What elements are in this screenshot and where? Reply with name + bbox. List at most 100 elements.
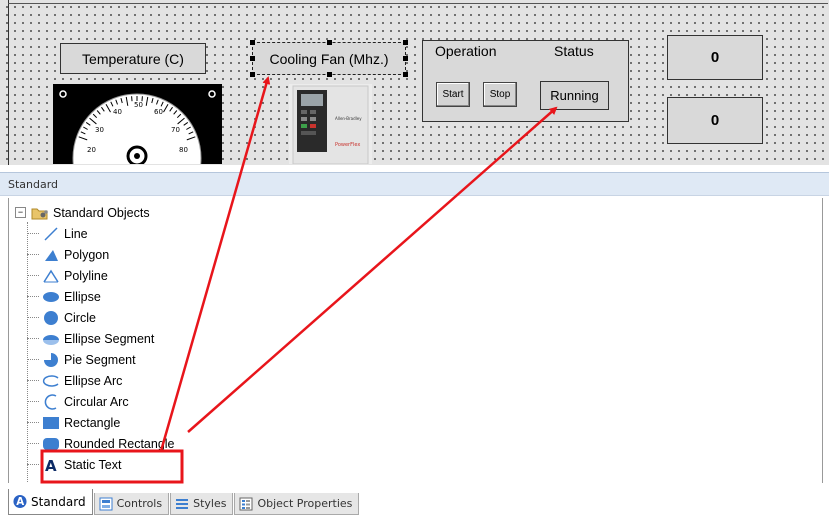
- styles-tab-icon: [175, 497, 189, 511]
- gauge-tick-label: 80: [179, 146, 188, 154]
- tree-item-label: Ellipse Arc: [64, 373, 123, 388]
- drive-model: PowerFlex: [335, 142, 360, 148]
- tree-guide-line: [27, 338, 39, 339]
- selection-handle[interactable]: [403, 40, 408, 45]
- tree-item-label: Line: [64, 226, 88, 241]
- rectangle-icon: [41, 415, 61, 431]
- tree-item-label: Ellipse: [64, 289, 101, 304]
- cooling-fan-label[interactable]: Cooling Fan (Mhz.): [250, 40, 408, 77]
- tree-item-label: Pie Segment: [64, 352, 136, 367]
- tree-item-ellipse[interactable]: Ellipse: [41, 286, 101, 307]
- tab-label: Standard: [31, 494, 86, 509]
- gauge-dial: 40 50 60 30 70 20 80: [59, 90, 216, 164]
- standard-panel-header: Standard: [0, 172, 829, 196]
- tree-item-polygon[interactable]: Polygon: [41, 244, 109, 265]
- status-heading: Status: [554, 43, 594, 59]
- tree-guide-line: [27, 380, 39, 381]
- tree-item-static-text[interactable]: A Static Text: [41, 454, 121, 475]
- tree-item-label: Circular Arc: [64, 394, 129, 409]
- tree-item-label: Ellipse Segment: [64, 331, 155, 346]
- polyline-icon: [41, 268, 61, 284]
- tab-label: Object Properties: [257, 497, 353, 510]
- tab-object-properties[interactable]: Object Properties: [234, 493, 360, 515]
- tree-guide-line: [27, 317, 39, 318]
- tree-guide-line: [27, 443, 39, 444]
- running-indicator[interactable]: Running: [540, 81, 609, 110]
- gauge-tick-label: 20: [87, 146, 96, 154]
- drive-picture: Allen-Bradley PowerFlex: [289, 84, 372, 165]
- tree-item-ellipse-arc[interactable]: Ellipse Arc: [41, 370, 122, 391]
- collapse-icon[interactable]: −: [15, 207, 26, 218]
- ellipse-segment-icon: [41, 331, 61, 347]
- svg-text:A: A: [45, 457, 57, 473]
- selection-handle[interactable]: [403, 72, 408, 77]
- tree-item-label: Rounded Rectangle: [64, 436, 175, 451]
- selection-handle[interactable]: [327, 40, 332, 45]
- tree-guide-line: [27, 275, 39, 276]
- tree-item-label: Circle: [64, 310, 96, 325]
- tree-item-polyline[interactable]: Polyline: [41, 265, 108, 286]
- tree-item-label: Polygon: [64, 247, 110, 262]
- design-canvas[interactable]: Temperature (C) Cooling Fan (Mhz.) Opera…: [0, 0, 829, 165]
- tree-guide-line: [27, 233, 39, 234]
- static-text-icon: A: [41, 457, 61, 473]
- connector-icon: [41, 478, 61, 483]
- controls-tab-icon: [99, 497, 113, 511]
- tree-guide-line: [27, 422, 39, 423]
- gauge-tick-label: 50: [134, 101, 143, 109]
- standard-objects-tree[interactable]: − Standard Objects Line Polygon Polyline El…: [8, 198, 823, 483]
- numeric-display-bottom[interactable]: 0: [667, 97, 763, 144]
- svg-text:A: A: [16, 496, 24, 508]
- tab-label: Styles: [193, 497, 227, 510]
- temperature-gauge[interactable]: 40 50 60 30 70 20 80: [53, 84, 222, 164]
- tree-guide-line: [27, 464, 39, 465]
- tree-guide-line: [27, 254, 39, 255]
- canvas-border: [8, 3, 828, 4]
- tab-label: Controls: [116, 497, 163, 510]
- gauge-tick-label: 70: [171, 126, 180, 134]
- selection-handle[interactable]: [250, 56, 255, 61]
- tree-item-pie-segment[interactable]: Pie Segment: [41, 349, 136, 370]
- tab-styles[interactable]: Styles: [170, 493, 234, 515]
- tree-item-label: Polyline: [64, 268, 108, 283]
- tree-guide-line: [27, 296, 39, 297]
- selection-handle[interactable]: [403, 56, 408, 61]
- properties-tab-icon: [239, 497, 253, 511]
- standard-tab-icon: A: [13, 494, 27, 509]
- tree-item-ellipse-segment[interactable]: Ellipse Segment: [41, 328, 154, 349]
- ellipse-arc-icon: [41, 373, 61, 389]
- drive-brand: Allen-Bradley: [335, 116, 362, 121]
- powerflex-drive-image[interactable]: Allen-Bradley PowerFlex: [289, 84, 372, 165]
- start-button[interactable]: Start: [436, 82, 470, 107]
- pie-segment-icon: [41, 352, 61, 368]
- selection-handle[interactable]: [327, 72, 332, 77]
- tree-root-label: Standard Objects: [53, 205, 150, 220]
- canvas-border: [8, 0, 9, 165]
- tab-standard[interactable]: A Standard: [8, 489, 93, 515]
- tree-item-connector[interactable]: Connector: [41, 475, 122, 483]
- tree-item-label: Static Text: [64, 457, 122, 472]
- tree-guide-line: [27, 359, 39, 360]
- tree-item-circle[interactable]: Circle: [41, 307, 96, 328]
- tree-item-rectangle[interactable]: Rectangle: [41, 412, 120, 433]
- tree-item-label: Rectangle: [64, 415, 121, 430]
- tab-controls[interactable]: Controls: [93, 493, 170, 515]
- tree-item-circular-arc[interactable]: Circular Arc: [41, 391, 129, 412]
- gauge-tick-label: 60: [154, 108, 163, 116]
- rounded-rectangle-icon: [41, 436, 61, 452]
- operation-heading: Operation: [435, 43, 497, 59]
- tree-item-rounded-rectangle[interactable]: Rounded Rectangle: [41, 433, 175, 454]
- tree-root-standard-objects[interactable]: − Standard Objects: [15, 202, 150, 223]
- selection-handle[interactable]: [250, 72, 255, 77]
- numeric-display-top[interactable]: 0: [667, 35, 763, 80]
- ellipse-icon: [41, 289, 61, 305]
- circle-icon: [41, 310, 61, 326]
- operation-status-group[interactable]: Operation Status Start Stop Running: [422, 40, 629, 122]
- selection-handle[interactable]: [250, 40, 255, 45]
- stop-button[interactable]: Stop: [483, 82, 517, 107]
- panel-tabs: A Standard Controls Styles Object Proper…: [8, 489, 360, 515]
- line-icon: [41, 226, 61, 242]
- polygon-icon: [41, 247, 61, 263]
- temperature-label[interactable]: Temperature (C): [60, 43, 206, 74]
- tree-item-line[interactable]: Line: [41, 223, 88, 244]
